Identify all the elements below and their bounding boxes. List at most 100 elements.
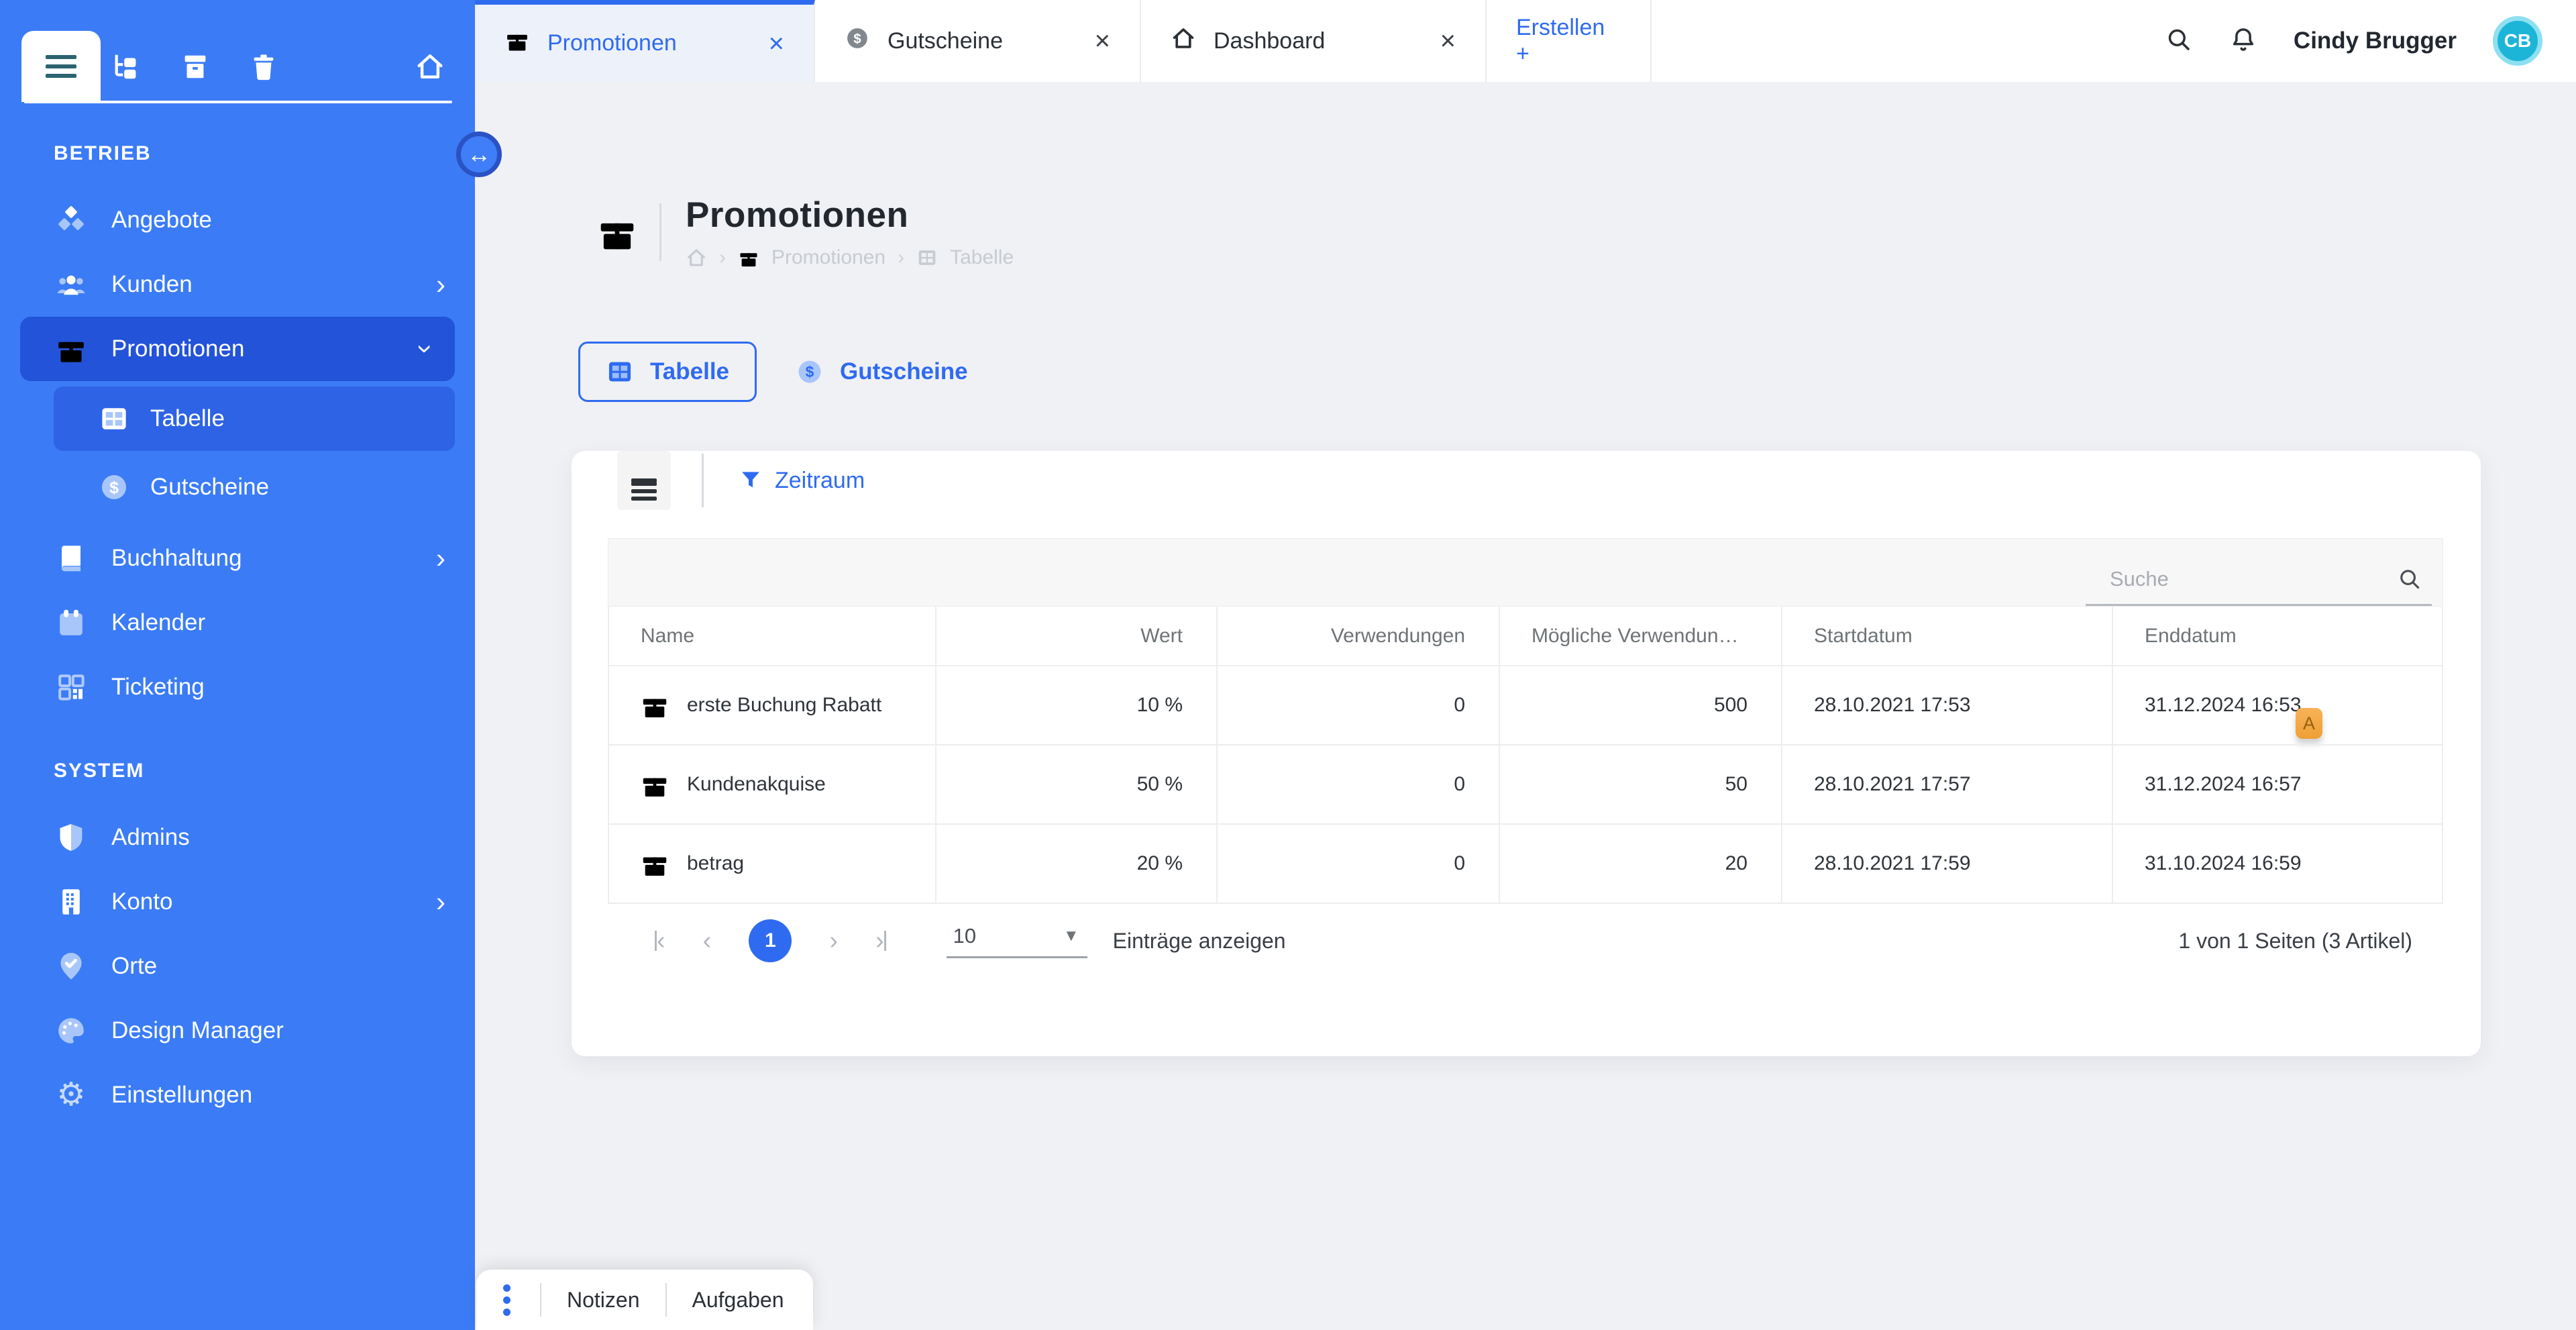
- cell-name: betrag: [609, 823, 936, 903]
- tab-bar: Promotionen × $ Gutscheine × Dashboard ×…: [475, 0, 2576, 82]
- svg-text:$: $: [109, 478, 119, 497]
- current-page-button[interactable]: 1: [749, 919, 792, 962]
- dock-divider: [665, 1283, 667, 1317]
- cell-moegliche-verwendungen: 50: [1500, 744, 1782, 823]
- table-row[interactable]: erste Buchung Rabatt 10 % 0 500 28.10.20…: [609, 665, 2442, 744]
- sidebar-item-angebote[interactable]: Angebote: [0, 188, 475, 252]
- sidebar-item-orte[interactable]: Orte: [0, 934, 475, 999]
- book-icon: [54, 542, 89, 574]
- folder-tree-icon[interactable]: [111, 51, 142, 82]
- column-header-verwendungen[interactable]: Verwendungen: [1218, 607, 1500, 665]
- search-input[interactable]: [2110, 567, 2397, 591]
- sidebar-item-label: Konto: [111, 888, 172, 915]
- bell-icon[interactable]: [2229, 25, 2257, 57]
- table-header-row: Name Wert Verwendungen Mögliche Verwendu…: [609, 607, 2442, 665]
- trash-icon[interactable]: [248, 51, 279, 82]
- close-icon[interactable]: ×: [1095, 28, 1110, 54]
- kebab-menu-icon[interactable]: [499, 1280, 515, 1320]
- table-toolbar: Zeitraum: [608, 451, 2443, 510]
- filter-label: Zeitraum: [775, 468, 865, 494]
- sidebar-menu-toggle[interactable]: [21, 31, 101, 102]
- tab-gutscheine[interactable]: $ Gutscheine ×: [815, 0, 1141, 82]
- cell-enddatum: 31.10.2024 16:59: [2113, 823, 2442, 903]
- view-switch-gutscheine[interactable]: $ Gutscheine: [796, 358, 968, 386]
- sidebar-item-konto[interactable]: Konto ›: [0, 870, 475, 934]
- promotions-table-card: Zeitraum Name Wert Verwendun: [572, 451, 2481, 1056]
- cell-moegliche-verwendungen: 20: [1500, 823, 1782, 903]
- view-switch: Tabelle $ Gutscheine: [578, 342, 2576, 402]
- table-icon: [916, 247, 938, 268]
- sidebar-header: [0, 0, 475, 102]
- previous-page-button[interactable]: ‹: [703, 928, 712, 954]
- sidebar-item-ticketing[interactable]: Ticketing: [0, 655, 475, 719]
- pagination-summary: 1 von 1 Seiten (3 Artikel): [2178, 929, 2412, 954]
- sidebar-item-label: Einstellungen: [111, 1082, 252, 1109]
- sidebar-expand-button[interactable]: ↔: [456, 132, 502, 177]
- sidebar: ↔ BETRIEB Angebote Kunden › Promotionen …: [0, 0, 475, 1330]
- tab-label: Erstellen +: [1516, 15, 1621, 67]
- voucher-badge-icon: $: [98, 472, 130, 503]
- avatar[interactable]: CB: [2493, 16, 2542, 66]
- archive-box-icon[interactable]: [180, 51, 211, 82]
- column-header-enddatum[interactable]: Enddatum: [2113, 607, 2442, 665]
- sidebar-item-label: Buchhaltung: [111, 545, 242, 572]
- breadcrumb-item-tabelle[interactable]: Tabelle: [950, 246, 1014, 269]
- dock-divider: [540, 1283, 541, 1317]
- search-icon[interactable]: [2165, 25, 2193, 57]
- next-page-button[interactable]: ›: [829, 928, 838, 954]
- voucher-badge-icon: $: [796, 358, 824, 386]
- gift-icon: [640, 690, 669, 720]
- chevron-right-icon: ›: [436, 888, 445, 916]
- gift-icon: [640, 770, 669, 799]
- sidebar-subitem-gutscheine[interactable]: $ Gutscheine: [0, 455, 475, 519]
- breadcrumb: › Promotionen › Tabelle: [686, 246, 1014, 269]
- user-name[interactable]: Cindy Brugger: [2294, 28, 2457, 54]
- table-search-strip: [608, 538, 2443, 607]
- page-title: Promotionen: [686, 195, 1014, 236]
- cell-wert: 50 %: [936, 744, 1218, 823]
- table-row[interactable]: betrag 20 % 0 20 28.10.2021 17:59 31.10.…: [609, 823, 2442, 903]
- breadcrumb-item-promotionen[interactable]: Promotionen: [771, 246, 885, 269]
- gift-icon: [54, 333, 89, 365]
- sidebar-subitem-tabelle[interactable]: Tabelle: [54, 387, 455, 451]
- close-icon[interactable]: ×: [769, 30, 784, 57]
- dock-item-aufgaben[interactable]: Aufgaben: [692, 1288, 784, 1313]
- sidebar-section-system: SYSTEM: [54, 760, 445, 782]
- sidebar-item-design-manager[interactable]: Design Manager: [0, 999, 475, 1063]
- sidebar-item-promotionen[interactable]: Promotionen ›: [20, 317, 455, 381]
- first-page-button[interactable]: ‹: [655, 928, 665, 954]
- tab-erstellen[interactable]: Erstellen +: [1487, 0, 1652, 82]
- sidebar-item-buchhaltung[interactable]: Buchhaltung ›: [0, 526, 475, 591]
- table-row[interactable]: Kundenakquise 50 % 0 50 28.10.2021 17:57…: [609, 744, 2442, 823]
- view-switch-tabelle[interactable]: Tabelle: [578, 342, 757, 402]
- page-size-select[interactable]: 10 ▼: [947, 924, 1087, 958]
- table-menu-button[interactable]: [617, 451, 671, 510]
- close-icon[interactable]: ×: [1440, 28, 1456, 54]
- table-icon: [98, 403, 130, 434]
- sidebar-subitem-label: Tabelle: [150, 405, 225, 432]
- zeitraum-filter-button[interactable]: Zeitraum: [739, 468, 865, 494]
- qr-grid-icon: [54, 671, 89, 703]
- column-header-startdatum[interactable]: Startdatum: [1782, 607, 2113, 665]
- building-icon: [54, 886, 89, 918]
- home-icon[interactable]: [686, 247, 707, 268]
- column-header-moegliche-verwendungen[interactable]: Mögliche Verwendun…: [1500, 607, 1782, 665]
- dock-item-notizen[interactable]: Notizen: [567, 1288, 640, 1313]
- last-page-button[interactable]: ›: [875, 928, 886, 954]
- voucher-badge-icon: $: [845, 25, 870, 57]
- tab-dashboard[interactable]: Dashboard ×: [1141, 0, 1487, 82]
- cell-verwendungen: 0: [1218, 823, 1500, 903]
- users-icon: [54, 268, 89, 301]
- sidebar-item-admins[interactable]: Admins: [0, 805, 475, 870]
- sidebar-item-kunden[interactable]: Kunden ›: [0, 252, 475, 317]
- sidebar-item-kalender[interactable]: Kalender: [0, 591, 475, 655]
- cell-startdatum: 28.10.2021 17:59: [1782, 823, 2113, 903]
- cubes-icon: [54, 204, 89, 236]
- sidebar-subitem-label: Gutscheine: [150, 474, 269, 501]
- home-icon[interactable]: [415, 51, 445, 82]
- column-header-wert[interactable]: Wert: [936, 607, 1218, 665]
- sidebar-item-einstellungen[interactable]: ⚙ Einstellungen: [0, 1063, 475, 1127]
- tab-promotionen[interactable]: Promotionen ×: [475, 0, 815, 82]
- column-header-name[interactable]: Name: [609, 607, 936, 665]
- search-icon[interactable]: [2397, 566, 2422, 592]
